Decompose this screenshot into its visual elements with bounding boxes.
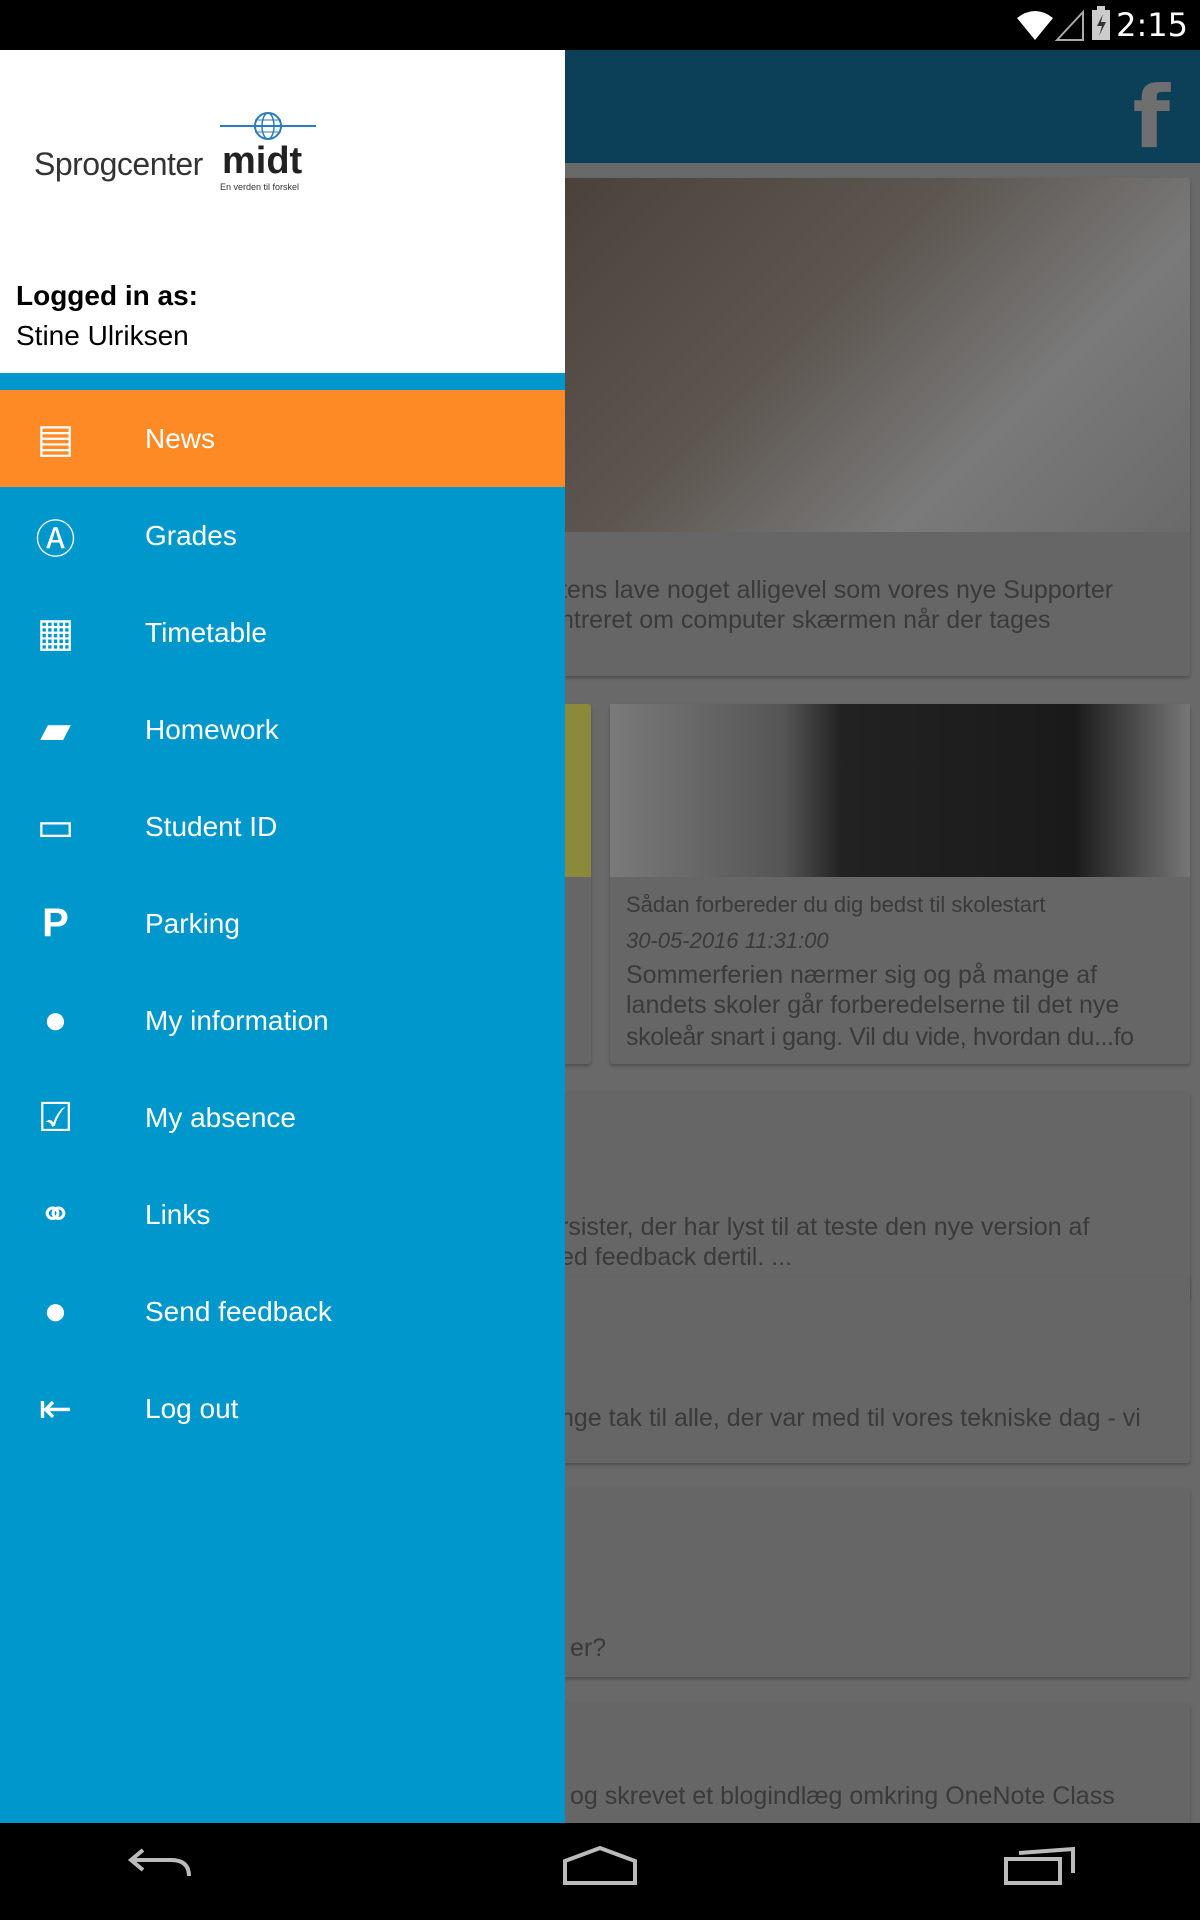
clock: 2:15 xyxy=(1116,6,1188,44)
back-icon[interactable] xyxy=(125,1848,195,1888)
news-excerpt: ntreret om computer skærmen når der tage… xyxy=(560,606,1051,634)
menu-item-label: News xyxy=(145,422,216,454)
wifi-signal-icon xyxy=(1017,9,1084,41)
calendar-icon: ▦ xyxy=(36,610,75,655)
menu-item-label: Send feedback xyxy=(145,1295,332,1327)
menu-item-student-id[interactable]: ▭ Student ID xyxy=(0,778,565,875)
news-card[interactable]: nge tak til alle, der var med til vores … xyxy=(560,1276,1190,1463)
globe-icon xyxy=(220,112,316,140)
news-excerpt: og skrevet et blogindlæg omkring OneNote… xyxy=(570,1782,1115,1810)
news-excerpt: nge tak til alle, der var med til vores … xyxy=(560,1404,1141,1432)
sprogcenter-midt-logo: Sprogcenter midt En verden til forskel xyxy=(34,110,324,192)
menu-item-label: Grades xyxy=(145,519,237,551)
logged-in-label: Logged in as: xyxy=(16,280,198,311)
news-excerpt: er? xyxy=(570,1634,607,1662)
menu-item-label: Parking xyxy=(145,907,240,939)
newspaper-icon: ▤ xyxy=(36,416,75,461)
grade-a-plus-icon: Ⓐ xyxy=(35,517,76,562)
news-image xyxy=(560,178,1190,532)
drawer-header: Sprogcenter midt En verden til forskel L… xyxy=(0,50,565,373)
menu-item-label: My absence xyxy=(145,1101,296,1133)
navigation-drawer[interactable]: Sprogcenter midt En verden til forskel L… xyxy=(0,50,565,1823)
news-excerpt: rsister, der har lyst til at teste den n… xyxy=(560,1213,1090,1241)
id-card-icon: ▭ xyxy=(36,804,75,849)
parking-icon: P xyxy=(42,901,69,945)
news-date: 30-05-2016 11:31:00 xyxy=(626,928,829,953)
menu-item-homework[interactable]: ▰ Homework xyxy=(0,681,565,778)
recents-icon[interactable] xyxy=(1003,1845,1077,1887)
news-card[interactable]: rsister, der har lyst til at teste den n… xyxy=(560,1092,1190,1300)
book-icon: ▰ xyxy=(40,707,71,752)
news-card[interactable]: Sådan forbereder du dig bedst til skoles… xyxy=(610,704,1190,1064)
user-icon: ● xyxy=(43,998,68,1042)
menu-item-log-out[interactable]: ⇤ Log out xyxy=(0,1360,565,1457)
menu-item-send-feedback[interactable]: ● Send feedback xyxy=(0,1263,565,1360)
logo-text: midt xyxy=(222,140,303,182)
user-name: Stine Ulriksen xyxy=(16,320,189,351)
menu-item-label: Links xyxy=(145,1198,211,1230)
logout-icon: ⇤ xyxy=(38,1386,73,1431)
logo-text: Sprogcenter xyxy=(34,146,203,182)
news-excerpt: landets skoler går forberedelserne til d… xyxy=(626,991,1120,1019)
news-excerpt: ed feedback dertil. ... xyxy=(560,1243,793,1271)
menu-item-links[interactable]: ⚭ Links xyxy=(0,1166,565,1263)
news-title: Sådan forbereder du dig bedst til skoles… xyxy=(626,892,1046,917)
menu-item-label: Timetable xyxy=(145,616,267,648)
checkbox-icon: ☑ xyxy=(37,1095,74,1140)
news-card[interactable]: og skrevet et blogindlæg omkring OneNote… xyxy=(560,1703,1190,1823)
menu-item-my-information[interactable]: ● My information xyxy=(0,972,565,1069)
facebook-icon[interactable]: f xyxy=(1133,68,1170,168)
menu-item-news[interactable]: ▤ News xyxy=(0,390,565,487)
link-icon: ⚭ xyxy=(38,1192,73,1237)
menu-item-label: Log out xyxy=(145,1392,239,1424)
news-excerpt: tens lave noget alligevel som vores nye … xyxy=(560,576,1114,604)
chat-bubble-icon: ● xyxy=(43,1289,68,1333)
news-card[interactable]: er? xyxy=(560,1488,1190,1677)
home-icon[interactable] xyxy=(562,1845,638,1887)
menu-item-parking[interactable]: P Parking xyxy=(0,875,565,972)
header-divider xyxy=(0,373,565,390)
menu-item-timetable[interactable]: ▦ Timetable xyxy=(0,584,565,681)
menu-item-my-absence[interactable]: ☑ My absence xyxy=(0,1069,565,1166)
menu-item-grades[interactable]: Ⓐ Grades xyxy=(0,487,565,584)
news-excerpt: Sommerferien nærmer sig og på mange af xyxy=(626,961,1098,989)
menu-item-label: Homework xyxy=(145,713,279,745)
status-bar: 2:15 xyxy=(0,0,1200,50)
menu-item-label: Student ID xyxy=(145,810,278,842)
news-excerpt: skoleår snart i gang. Vil du vide, hvord… xyxy=(626,1023,1134,1051)
news-card[interactable]: tens lave noget alligevel som vores nye … xyxy=(560,178,1190,676)
battery-charging-icon xyxy=(1092,6,1110,40)
news-image xyxy=(610,704,1190,877)
system-nav-bar xyxy=(0,1823,1200,1920)
menu-item-label: My information xyxy=(145,1004,329,1036)
logo-tagline: En verden til forskel xyxy=(220,182,300,192)
